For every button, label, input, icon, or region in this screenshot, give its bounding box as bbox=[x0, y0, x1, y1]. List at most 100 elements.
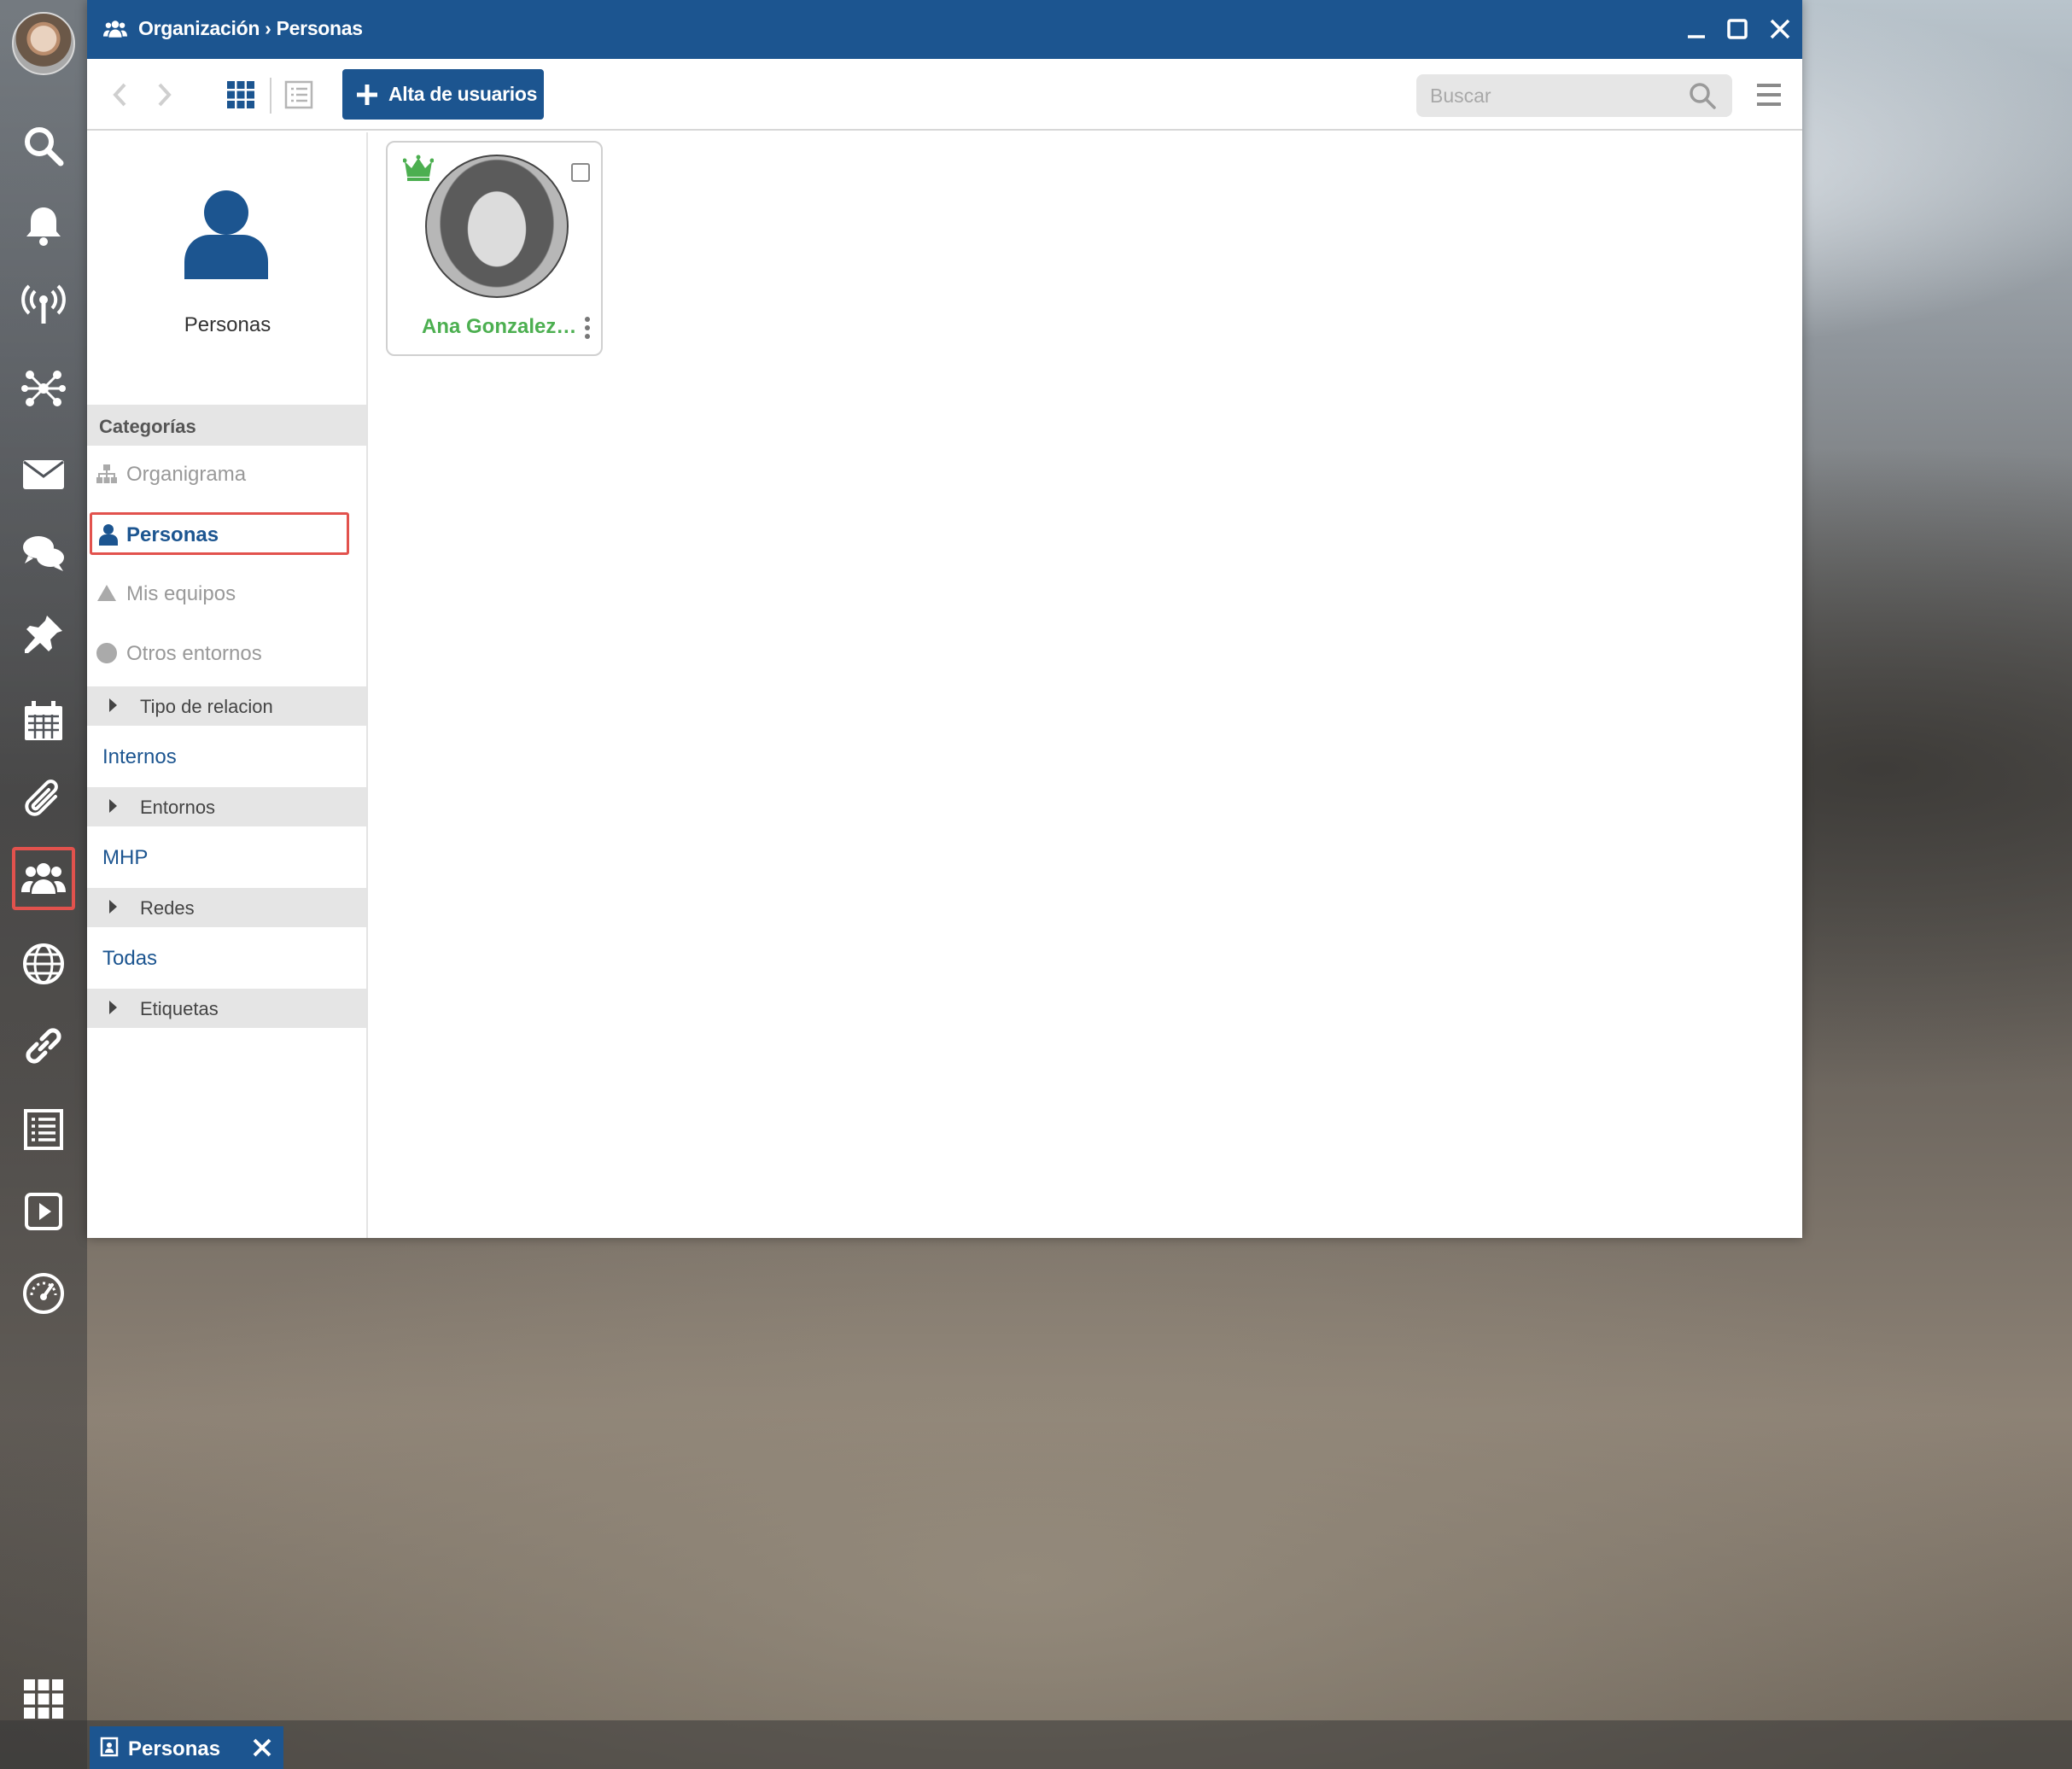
calendar-icon bbox=[25, 701, 62, 740]
chat-icon bbox=[23, 536, 64, 571]
list-icon bbox=[284, 80, 313, 109]
broadcast-icon bbox=[21, 284, 66, 324]
group-label: Tipo de relacion bbox=[140, 696, 273, 717]
list-view-button[interactable] bbox=[283, 79, 314, 110]
dock-link-button[interactable] bbox=[12, 1014, 75, 1077]
select-checkbox[interactable] bbox=[571, 163, 590, 182]
search-icon bbox=[25, 127, 64, 166]
chevron-left-icon bbox=[113, 83, 126, 107]
org-chart-icon bbox=[96, 464, 117, 483]
person-icon bbox=[184, 190, 268, 279]
maximize-icon bbox=[1727, 19, 1748, 39]
category-label: Mis equipos bbox=[126, 582, 236, 605]
triangle-icon bbox=[97, 585, 116, 601]
dock-pin-button[interactable] bbox=[12, 603, 75, 666]
gauge-icon bbox=[23, 1273, 64, 1314]
dock-chat-button[interactable] bbox=[12, 521, 75, 584]
play-icon bbox=[25, 1193, 62, 1230]
pin-icon bbox=[25, 616, 62, 653]
group-label: Entornos bbox=[140, 797, 216, 818]
window-title: Organización › Personas bbox=[138, 17, 363, 39]
dock-broadcast-button[interactable] bbox=[12, 273, 75, 336]
users-icon bbox=[21, 863, 66, 894]
search-icon[interactable] bbox=[1688, 81, 1717, 110]
caret-right-icon bbox=[109, 799, 117, 813]
globe-icon bbox=[96, 643, 117, 663]
dock-mail-button[interactable] bbox=[12, 442, 75, 505]
group-etiquetas[interactable]: Etiquetas bbox=[87, 989, 366, 1028]
left-dock bbox=[0, 0, 87, 1769]
minimize-icon bbox=[1688, 35, 1705, 38]
section-title: Personas bbox=[184, 313, 271, 336]
network-icon bbox=[21, 371, 66, 406]
users-icon bbox=[103, 20, 127, 38]
categories-sidebar: Personas Categorías Organigrama Personas… bbox=[87, 132, 368, 1238]
group-redes[interactable]: Redes bbox=[87, 888, 366, 927]
filter-mhp[interactable]: MHP bbox=[102, 846, 148, 870]
caret-right-icon bbox=[109, 698, 117, 712]
search-box bbox=[1416, 74, 1732, 117]
dock-network-button[interactable] bbox=[12, 357, 75, 420]
dock-calendar-button[interactable] bbox=[12, 690, 75, 753]
category-mis-equipos[interactable]: Mis equipos bbox=[87, 572, 366, 615]
filter-internos[interactable]: Internos bbox=[102, 745, 177, 769]
group-tipo-de-relacion[interactable]: Tipo de relacion bbox=[87, 686, 366, 726]
person-name[interactable]: Ana Gonzalez Pérez bbox=[422, 315, 577, 339]
taskbar-tab-personas[interactable]: Personas bbox=[90, 1726, 283, 1769]
hamburger-menu-icon[interactable] bbox=[1754, 81, 1783, 108]
category-otros-entornos[interactable]: Otros entornos bbox=[87, 632, 366, 674]
close-icon[interactable] bbox=[250, 1736, 274, 1760]
crown-icon bbox=[403, 155, 434, 181]
grid-icon bbox=[227, 81, 254, 108]
link-icon bbox=[26, 1028, 61, 1064]
dock-media-button[interactable] bbox=[12, 1180, 75, 1243]
dock-notifications-button[interactable] bbox=[12, 195, 75, 258]
taskbar bbox=[0, 1720, 2072, 1769]
bell-icon bbox=[26, 207, 61, 246]
person-card[interactable]: Ana Gonzalez Pérez bbox=[386, 141, 603, 356]
dock-globe-button[interactable] bbox=[12, 932, 75, 995]
globe-icon bbox=[23, 943, 64, 984]
category-label: Organigrama bbox=[126, 463, 247, 486]
dock-search-button[interactable] bbox=[12, 114, 75, 178]
search-input[interactable] bbox=[1430, 81, 1678, 110]
plus-icon bbox=[357, 84, 377, 105]
list-icon bbox=[24, 1109, 63, 1150]
chevron-right-icon bbox=[158, 83, 172, 107]
dock-organization-button[interactable] bbox=[12, 847, 75, 910]
toolbar-separator bbox=[270, 78, 271, 114]
add-users-button[interactable]: Alta de usuarios bbox=[342, 69, 544, 120]
forward-button[interactable] bbox=[151, 79, 177, 110]
dock-list-button[interactable] bbox=[12, 1098, 75, 1161]
minimize-button[interactable] bbox=[1684, 16, 1709, 42]
toolbar: Alta de usuarios bbox=[87, 59, 1802, 131]
category-personas[interactable]: Personas bbox=[90, 512, 349, 555]
back-button[interactable] bbox=[108, 79, 133, 110]
paperclip-icon bbox=[25, 779, 58, 816]
category-label: Otros entornos bbox=[126, 642, 262, 665]
category-organigrama[interactable]: Organigrama bbox=[87, 452, 366, 495]
group-entornos[interactable]: Entornos bbox=[87, 787, 366, 826]
contact-card-icon bbox=[100, 1737, 119, 1757]
close-icon bbox=[1770, 19, 1790, 39]
categories-header: Categorías bbox=[87, 405, 366, 446]
dock-dashboard-button[interactable] bbox=[12, 1262, 75, 1325]
taskbar-tab-label: Personas bbox=[128, 1737, 221, 1760]
caret-right-icon bbox=[109, 900, 117, 914]
organization-window: Organización › Personas Alta de usuarios bbox=[87, 0, 1802, 1238]
user-avatar[interactable] bbox=[12, 12, 75, 75]
apps-grid-icon[interactable] bbox=[22, 1678, 65, 1720]
mail-icon bbox=[23, 460, 64, 489]
group-label: Etiquetas bbox=[140, 998, 219, 1019]
grid-view-button[interactable] bbox=[225, 79, 256, 110]
filter-todas[interactable]: Todas bbox=[102, 947, 157, 971]
window-titlebar[interactable]: Organización › Personas bbox=[87, 0, 1802, 59]
dock-attachments-button[interactable] bbox=[12, 768, 75, 832]
maximize-button[interactable] bbox=[1725, 16, 1750, 42]
more-vertical-icon[interactable] bbox=[584, 316, 591, 340]
close-button[interactable] bbox=[1767, 16, 1793, 42]
group-label: Redes bbox=[140, 897, 195, 919]
add-users-label: Alta de usuarios bbox=[388, 83, 538, 105]
category-label: Personas bbox=[126, 523, 219, 546]
caret-right-icon bbox=[109, 1001, 117, 1014]
